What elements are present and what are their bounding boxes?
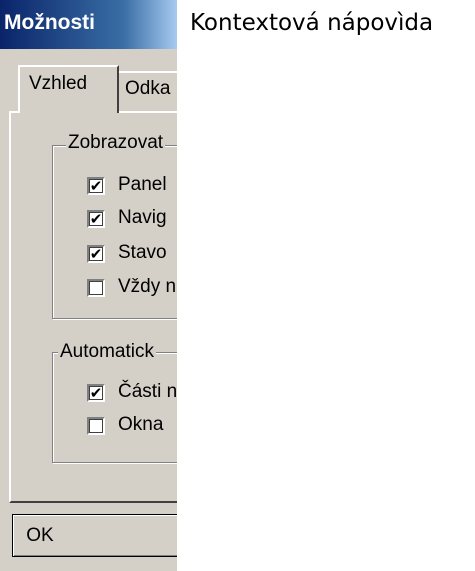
checkbox-box[interactable]: ✔: [87, 177, 105, 195]
checkbox-box[interactable]: [87, 279, 105, 297]
checkbox-box[interactable]: ✔: [87, 210, 105, 228]
group-zobrazovat-legend: Zobrazovat: [66, 132, 166, 154]
ok-button[interactable]: OK: [12, 514, 177, 557]
group-automaticky-legend: Automatick: [58, 341, 156, 363]
checkbox-label: Panel: [118, 174, 167, 195]
dialog-title: Možnosti: [4, 11, 95, 34]
context-help-title: Kontextová nápovìda: [190, 10, 434, 36]
checkbox-label: Okna: [118, 414, 164, 435]
title-bar[interactable]: Možnosti: [0, 0, 177, 49]
ok-button-label: OK: [26, 525, 54, 546]
checkbox-box[interactable]: ✔: [87, 245, 105, 263]
checkbox-box[interactable]: [87, 417, 105, 435]
checkbox-label: Vždy n: [118, 276, 177, 297]
checkbox-label: Navig: [118, 207, 167, 228]
tab-vzhled[interactable]: Vzhled: [18, 65, 119, 113]
tab-odkazy[interactable]: Odka: [117, 71, 177, 111]
checkbox-label: Části n: [118, 381, 177, 402]
checkbox-box[interactable]: ✔: [87, 384, 105, 402]
checkbox-label: Stavo: [118, 242, 167, 263]
group-automaticky: [52, 352, 177, 463]
options-dialog: Možnosti Odka Vzhled Zobrazovat ✔ Panel …: [0, 0, 177, 571]
